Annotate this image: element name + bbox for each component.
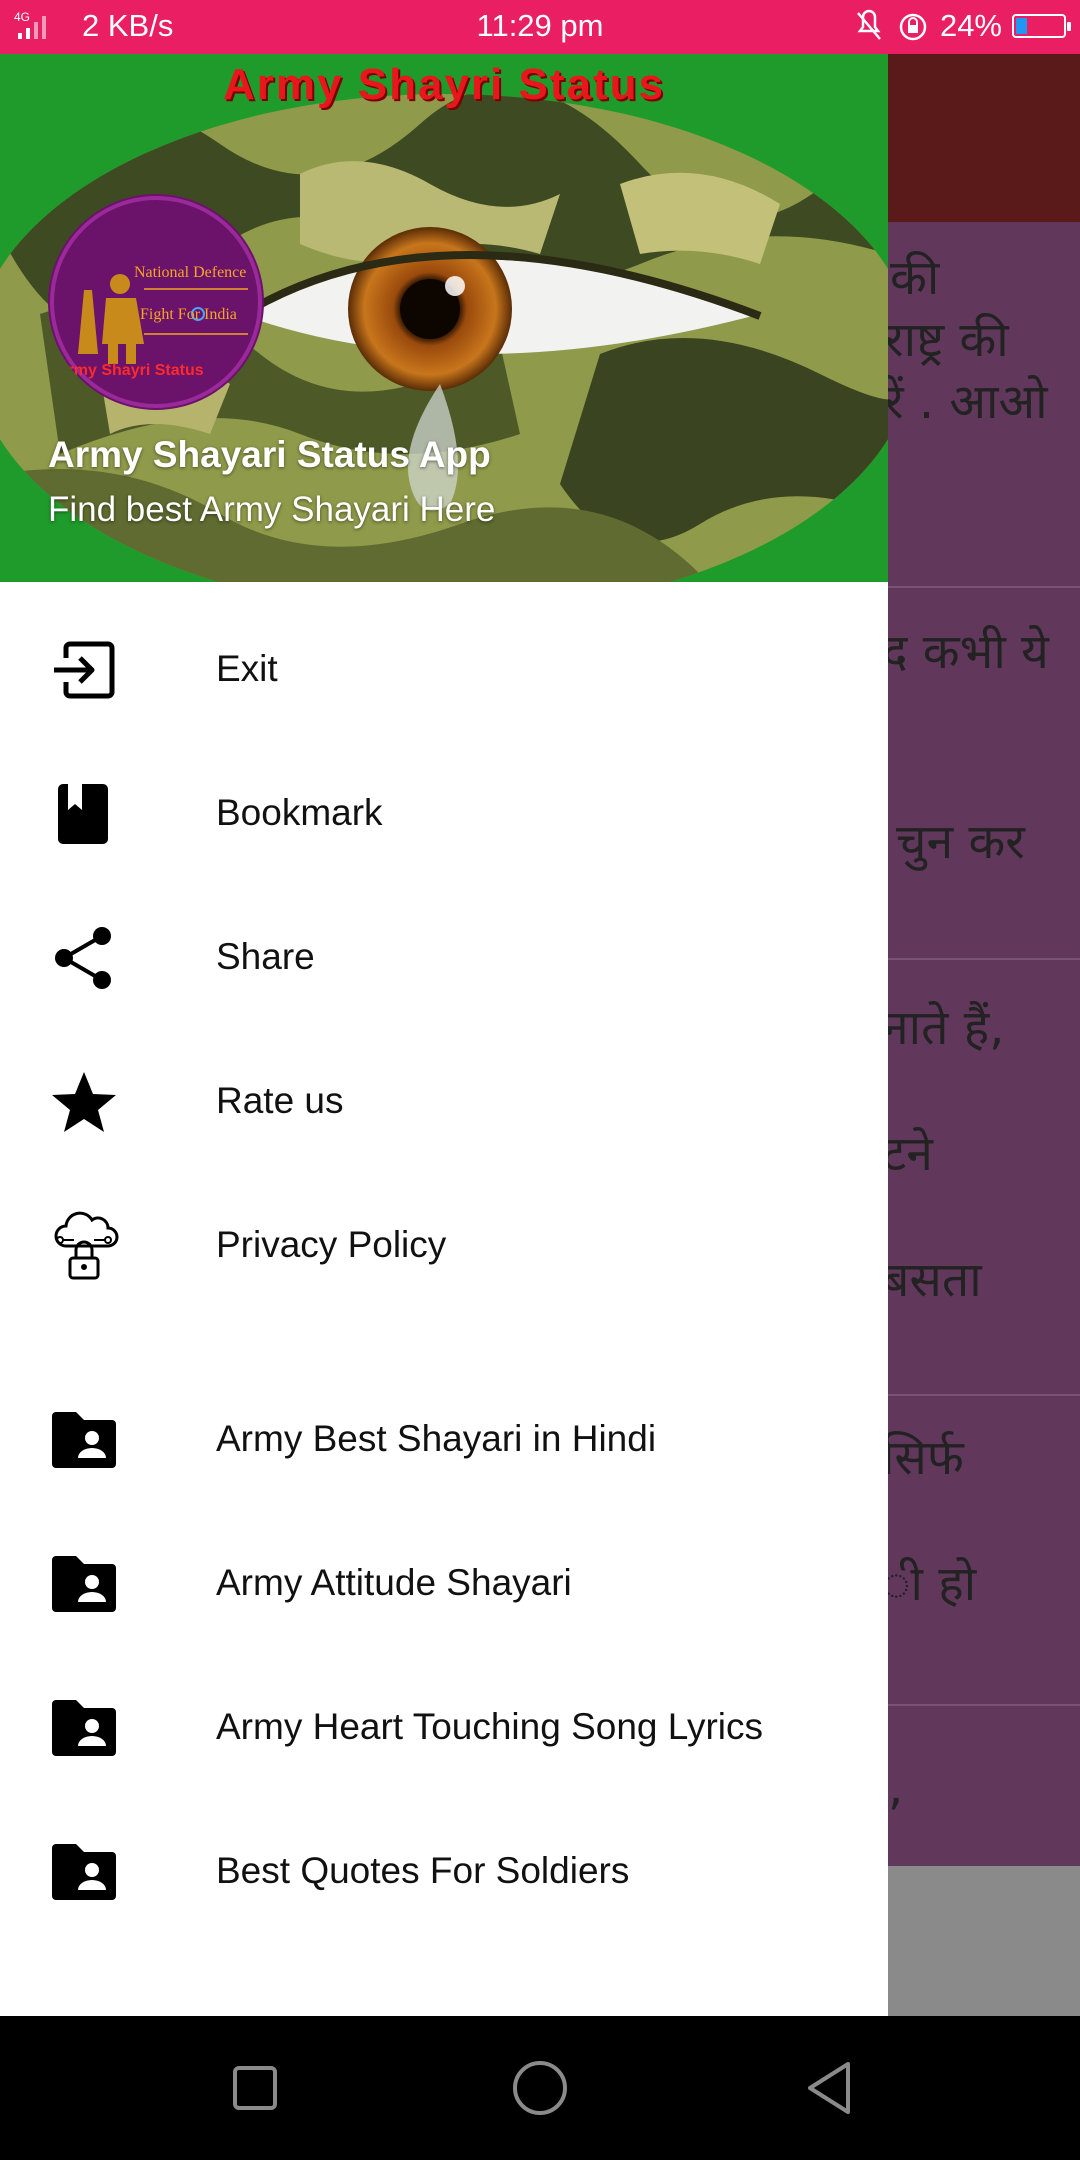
share-icon [55, 927, 111, 989]
background-card-line: , [888, 1760, 904, 1816]
menu-item-label: Rate us [216, 1080, 344, 1121]
star-icon [52, 1072, 116, 1132]
background-card: नाते हैं, टने बसता [888, 958, 1080, 1396]
vibrate-icon [856, 9, 881, 40]
battery-percent: 24% [939, 8, 1002, 43]
menu-item-army-attitude-shayari[interactable]: Army Attitude Shayari [0, 1512, 888, 1656]
menu-item-label: Bookmark [216, 792, 383, 833]
background-card-line: बसता [888, 1252, 982, 1308]
background-card-line: की [890, 250, 940, 306]
background-card: की राष्ट्र की रें . आओ [888, 222, 1080, 588]
drawer-header: Army Shayri Status National Defence Figh… [0, 54, 888, 582]
back-button[interactable] [800, 2058, 860, 2118]
menu-item-share[interactable]: Share [0, 886, 888, 1030]
background-card-line: सिर्फ [888, 1430, 964, 1486]
bookmark-icon [58, 784, 108, 844]
exit-icon [54, 641, 115, 699]
menu-item-label: Best Quotes For Soldiers [216, 1850, 630, 1891]
banner-title: Army Shayri Status [223, 60, 665, 109]
logo-text: Fight For India [140, 306, 237, 323]
menu-item-label: Exit [216, 648, 278, 689]
menu-item-label: Privacy Policy [216, 1224, 447, 1265]
folder-user-icon [52, 1556, 116, 1612]
menu-item-label: Army Attitude Shayari [216, 1562, 572, 1603]
folder-user-icon [52, 1700, 116, 1756]
background-card-line: चुन कर [896, 814, 1025, 870]
menu-item-label: Share [216, 936, 315, 977]
navigation-drawer: Army Shayri Status National Defence Figh… [0, 54, 888, 2016]
app-name: Army Shayari Status App [48, 434, 491, 475]
cloud-lock-icon [54, 1211, 119, 1280]
background-card: सिर्फ ी हो [888, 1394, 1080, 1706]
menu-item-army-best-shayari-in-hindi[interactable]: Army Best Shayari in Hindi [0, 1368, 888, 1512]
background-card-line: राष्ट्र की [888, 312, 1009, 368]
menu-item-bookmark[interactable]: Bookmark [0, 742, 888, 886]
alarm-icon [899, 13, 927, 41]
app-subtitle: Find best Army Shayari Here [48, 490, 496, 529]
menu-item-rate-us[interactable]: Rate us [0, 1030, 888, 1174]
background-card-line: द कभी ये [888, 624, 1049, 680]
background-card-line: ी हो [888, 1556, 977, 1612]
status-bar: 4G 2 KB/s 11:29 pm 24% [0, 0, 1080, 54]
app-logo: National Defence Fight For India Army Sh… [48, 194, 264, 410]
menu-item-label: Army Best Shayari in Hindi [216, 1418, 657, 1459]
menu-item-best-quotes-for-soldiers[interactable]: Best Quotes For Soldiers [0, 1800, 888, 1944]
menu-item-privacy-policy[interactable]: Privacy Policy [0, 1174, 888, 1318]
background-footer [888, 1866, 1080, 2016]
status-right: 24% [852, 8, 1071, 44]
background-card-line: नाते हैं, [888, 1000, 1005, 1056]
menu-item-label: Army Heart Touching Song Lyrics [216, 1706, 764, 1747]
home-button[interactable] [510, 2058, 570, 2118]
folder-user-icon [52, 1844, 116, 1900]
menu-item-exit[interactable]: Exit [0, 598, 888, 742]
folder-user-icon [52, 1412, 116, 1468]
logo-text: National Defence [134, 264, 247, 281]
menu-item-army-heart-touching-song-lyrics[interactable]: Army Heart Touching Song Lyrics [0, 1656, 888, 1800]
logo-text: Army Shayri Status [56, 362, 204, 379]
battery-level [1016, 18, 1028, 34]
background-card: , [888, 1704, 1080, 1866]
battery-icon [1012, 14, 1071, 38]
recents-button[interactable] [225, 2058, 285, 2118]
background-card-line: टने [888, 1126, 933, 1182]
system-nav-bar [0, 2016, 1080, 2160]
background-card-line: रें . आओ [888, 374, 1048, 430]
background-toolbar [888, 54, 1080, 222]
background-card: द कभी ये चुन कर [888, 586, 1080, 960]
